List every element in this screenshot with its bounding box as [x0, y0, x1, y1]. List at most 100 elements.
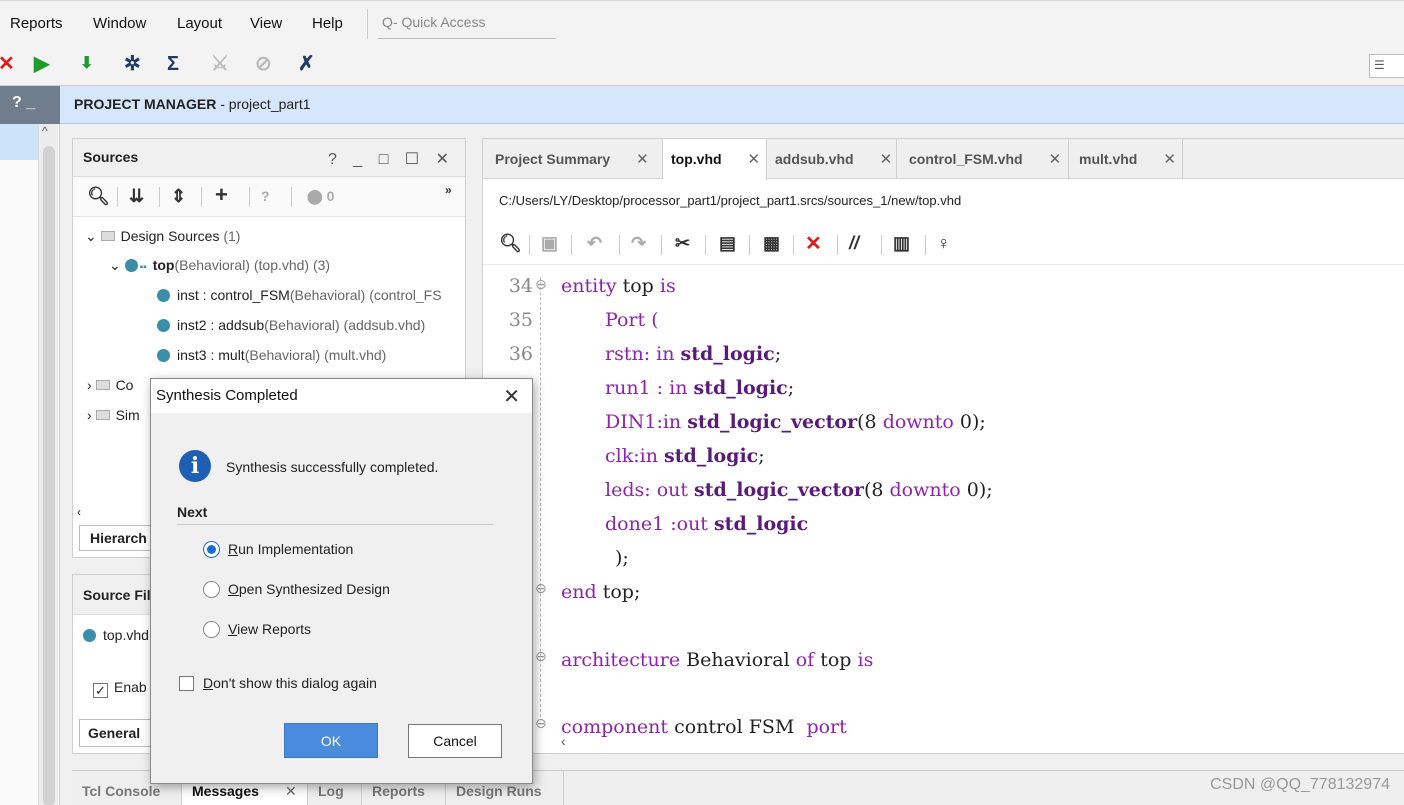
line-number: 36 [508, 343, 533, 365]
editor-toolbar: 🔍︎ ▣ ↶ ↷ ✂ ▤ ▦ ✕ // ▥ ♀ [483, 225, 1404, 265]
fold-icon[interactable]: ⊖ [535, 649, 547, 665]
folder-icon [100, 231, 115, 241]
code-line: rstn: in std_logic; [605, 343, 782, 365]
tools-icon[interactable]: ✗ [298, 52, 315, 76]
flow-navigator-selected-item[interactable] [0, 124, 38, 160]
undo-icon[interactable]: ↶ [587, 233, 602, 254]
menu-help[interactable]: Help [312, 15, 343, 32]
scroll-up-icon[interactable]: ^ [42, 124, 48, 138]
editor-tab-bar: Project Summary ✕ top.vhd ✕ addsub.vhd ✕ co… [483, 139, 1404, 180]
project-manager-header: PROJECT MANAGER - project_part1 [60, 86, 1404, 124]
tree-inst-mult[interactable]: inst3 : mult(Behavioral) (mult.vhd) [157, 347, 386, 363]
save-icon[interactable]: ▣ [541, 233, 558, 254]
tree-design-sources[interactable]: ⌄ Design Sources (1) [85, 228, 240, 245]
editor-horizontal-scrollbar[interactable]: ‹ [561, 733, 566, 749]
radio-run-implementation[interactable]: Run Implementation [203, 541, 353, 558]
module-icon [124, 259, 138, 272]
chevron-right-icon[interactable]: › [87, 377, 92, 393]
folder-icon [95, 380, 110, 390]
cancel-button[interactable]: Cancel [408, 724, 502, 758]
code-line: clk:in std_logic; [605, 445, 765, 467]
menu-view[interactable]: View [250, 15, 282, 32]
radio-view-reports[interactable]: View Reports [203, 621, 311, 638]
collapse-all-icon[interactable]: ⇊ [129, 186, 144, 207]
tree-inst-addsub[interactable]: inst2 : addsub(Behavioral) (addsub.vhd) [157, 317, 425, 333]
close-icon[interactable]: ✕ [285, 783, 297, 799]
menu-layout[interactable]: Layout [177, 15, 222, 32]
checkbox-icon[interactable] [179, 676, 194, 691]
close-icon[interactable]: ✕ [880, 151, 893, 168]
folder-icon [95, 410, 110, 420]
project-manager-label: PROJECT MANAGER [74, 96, 217, 112]
close-icon[interactable]: ✕ [636, 151, 649, 168]
info-icon: i [179, 450, 211, 482]
module-icon [157, 349, 170, 362]
search-icon[interactable]: 🔍︎ [87, 186, 110, 207]
quick-access-input[interactable]: Q- Quick Access [378, 9, 556, 39]
tree-constraints[interactable]: › Co [87, 377, 133, 393]
cancel-icon[interactable]: ✕ [0, 52, 15, 76]
enabled-checkbox[interactable]: ✓ Enab [93, 679, 147, 698]
fold-icon[interactable]: ⊖ [535, 581, 547, 597]
radio-open-synthesized-design[interactable]: Open Synthesized Design [203, 581, 390, 598]
close-icon[interactable]: ✕ [1163, 151, 1176, 168]
tab-mult-vhd[interactable]: mult.vhd ✕ [1069, 139, 1183, 179]
ok-button[interactable]: OK [284, 723, 378, 758]
module-icon [157, 319, 170, 332]
radio-icon[interactable] [203, 621, 220, 638]
close-icon[interactable]: ✕ [1049, 151, 1062, 168]
search-icon[interactable]: 🔍︎ [499, 233, 522, 254]
settings-icon[interactable]: ✲ [124, 52, 141, 76]
scroll-thumb[interactable] [43, 146, 55, 805]
chevron-right-icon[interactable]: › [87, 407, 92, 423]
menu-bar: Reports Window Layout View Help Q- Quick… [0, 0, 1404, 46]
radio-selected-icon[interactable] [203, 541, 220, 558]
lightbulb-icon[interactable]: ♀ [937, 233, 951, 254]
fold-icon[interactable]: ⊖ [535, 716, 547, 732]
help-icon[interactable]: ? [261, 188, 270, 204]
code-editor[interactable]: 34 35 36 ⊖ ⊖ ⊖ ⊖ entity top is Port ( rs… [483, 269, 1404, 739]
fold-icon[interactable]: ⊖ [535, 277, 547, 293]
chevron-down-icon[interactable]: ⌄ [85, 228, 97, 244]
add-sources-icon[interactable]: + [215, 182, 228, 208]
close-icon[interactable]: ✕ [503, 384, 520, 409]
tree-simulation[interactable]: › Sim [87, 407, 140, 423]
code-line: leds: out std_logic_vector(8 downto 0); [605, 479, 993, 501]
tree-top-module[interactable]: ⌄ ▪▪ top(Behavioral) (top.vhd) (3) [109, 257, 330, 274]
close-icon[interactable]: ✕ [748, 151, 761, 168]
panel-window-controls[interactable]: ? _ □ ☐ ✕ [328, 149, 455, 169]
code-line: run1 : in std_logic; [605, 377, 795, 399]
comment-icon[interactable]: // [849, 233, 859, 254]
tab-top-vhd[interactable]: top.vhd ✕ [663, 139, 767, 180]
download-program-icon[interactable]: ⬇ [80, 52, 93, 76]
menu-reports[interactable]: Reports [10, 15, 63, 32]
delete-icon[interactable]: ✕ [805, 231, 822, 256]
run-icon[interactable]: ▶ [34, 52, 49, 76]
dont-show-again-checkbox[interactable]: Don't show this dialog again [179, 675, 377, 691]
paste-icon[interactable]: ▦ [763, 233, 780, 254]
tab-project-summary[interactable]: Project Summary ✕ [483, 139, 663, 179]
chevron-down-icon[interactable]: ⌄ [109, 257, 121, 273]
dialog-message: Synthesis successfully completed. [226, 459, 439, 475]
template-icon[interactable]: ▥ [893, 233, 910, 254]
flow-navigator-header: ? _ [0, 86, 60, 124]
selected-file: top.vhd [83, 627, 149, 643]
more-icon[interactable]: » [445, 183, 452, 197]
layout-selector[interactable]: ☰ [1369, 54, 1404, 78]
watermark: CSDN @QQ_778132974 [1210, 776, 1390, 793]
menu-window[interactable]: Window [93, 15, 146, 32]
redo-icon[interactable]: ↷ [631, 233, 646, 254]
tab-control-fsm-vhd[interactable]: control_FSM.vhd ✕ [897, 139, 1069, 179]
code-line: done1 :out std_logic [605, 513, 809, 535]
code-line: Port ( [605, 309, 659, 331]
flow-navigator-scrollbar[interactable]: ^ [38, 124, 58, 805]
cut-icon[interactable]: ✂ [675, 233, 690, 254]
copy-icon[interactable]: ▤ [719, 233, 736, 254]
tab-addsub-vhd[interactable]: addsub.vhd ✕ [767, 139, 897, 179]
radio-icon[interactable] [203, 581, 220, 598]
sum-icon[interactable]: Σ [167, 52, 179, 76]
hierarchy-icon: ▪▪ [139, 262, 147, 273]
tree-inst-control-fsm[interactable]: inst : control_FSM(Behavioral) (control_… [157, 287, 442, 303]
expand-all-icon[interactable]: ⇕ [171, 186, 186, 207]
dialog-title-bar: Synthesis Completed ✕ [151, 379, 532, 413]
